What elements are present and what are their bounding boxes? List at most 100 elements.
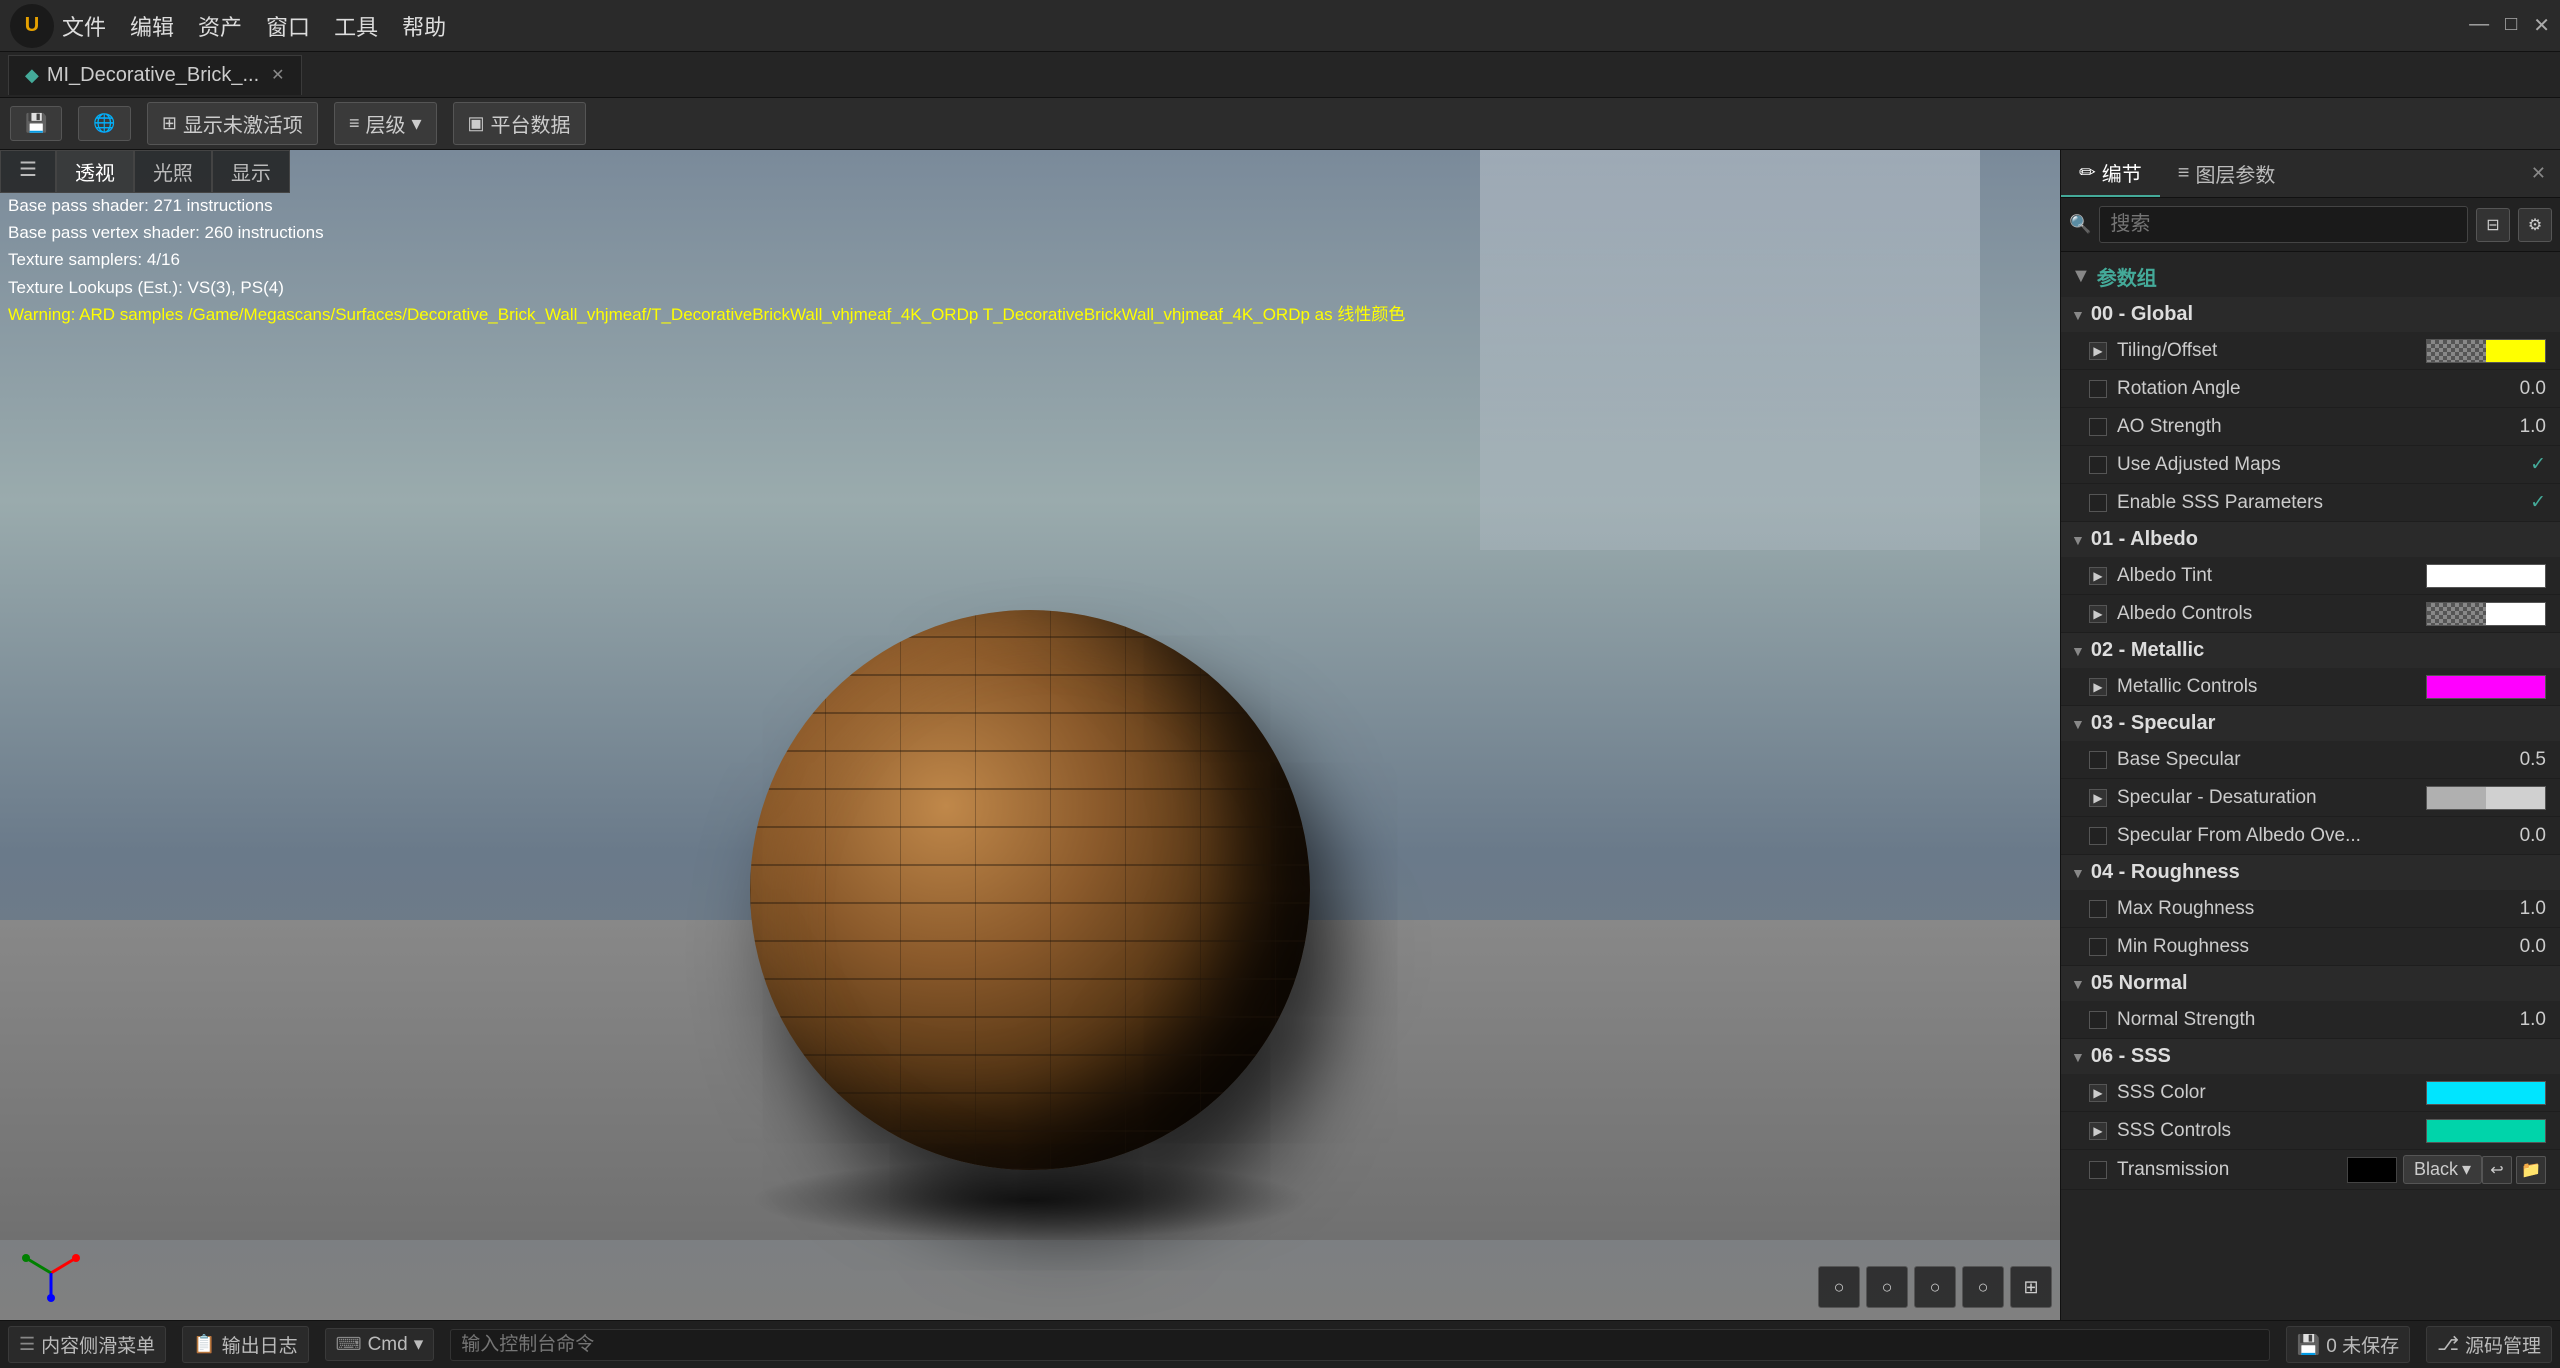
- display-label: 显示未激活项: [183, 109, 303, 138]
- param-expand-tiling[interactable]: ▶: [2089, 342, 2107, 360]
- content-drawer-button[interactable]: ☰ 内容侧滑菜单: [8, 1326, 166, 1363]
- sphere-container: [750, 610, 1310, 1240]
- debug-line-2: Base pass vertex shader: 260 instruction…: [8, 219, 1405, 246]
- search-input[interactable]: [2099, 206, 2468, 243]
- menu-window[interactable]: 窗口: [266, 10, 310, 42]
- menu-asset[interactable]: 资产: [198, 10, 242, 42]
- param-swatch-tiling[interactable]: [2426, 339, 2546, 363]
- menu-tools[interactable]: 工具: [334, 10, 378, 42]
- param-spec-desat[interactable]: ▶ Specular - Desaturation: [2061, 779, 2560, 817]
- group-normal[interactable]: ▼ 05 Normal: [2061, 966, 2560, 1001]
- param-swatch-sss-color[interactable]: [2426, 1081, 2546, 1105]
- param-cb-min-rough[interactable]: [2089, 938, 2107, 956]
- param-label-ao: AO Strength: [2117, 416, 2486, 438]
- param-expand-albedo-tint[interactable]: ▶: [2089, 567, 2107, 585]
- arrow-folder-icon[interactable]: 📁: [2516, 1156, 2546, 1184]
- param-sss-controls[interactable]: ▶ SSS Controls: [2061, 1112, 2560, 1150]
- group-albedo[interactable]: ▼ 01 - Albedo: [2061, 522, 2560, 557]
- display-button[interactable]: ⊞ 显示未激活项: [147, 102, 318, 145]
- swatch-checker: [2427, 340, 2486, 362]
- param-swatch-metallic[interactable]: [2426, 675, 2546, 699]
- transmission-arrows: ↩ 📁: [2482, 1156, 2546, 1184]
- param-cb-rotation[interactable]: [2089, 380, 2107, 398]
- param-label-metallic: Metallic Controls: [2117, 676, 2426, 698]
- search-icon: 🔍: [2069, 214, 2091, 235]
- tab-close-icon[interactable]: ✕: [271, 65, 284, 85]
- panel-tab-edit[interactable]: ✏ 编节: [2061, 150, 2160, 197]
- param-cb-max-rough[interactable]: [2089, 900, 2107, 918]
- param-swatch-spec-desat[interactable]: [2426, 786, 2546, 810]
- param-value-sss-enable: ✓: [2486, 491, 2546, 514]
- vp-icon-grid[interactable]: ⊞: [2010, 1266, 2052, 1308]
- swatch-white-1: [2427, 565, 2486, 587]
- platform-button[interactable]: ▣ 平台数据: [453, 102, 586, 145]
- save-button[interactable]: 💾: [10, 106, 62, 141]
- world-button[interactable]: 🌐: [78, 106, 130, 141]
- param-swatch-albedo-tint[interactable]: [2426, 564, 2546, 588]
- param-cb-sss-enable[interactable]: [2089, 494, 2107, 512]
- output-log-button[interactable]: 📋 输出日志: [182, 1326, 308, 1363]
- viewport-tab-perspective[interactable]: 透视: [56, 150, 134, 193]
- panel-close-button[interactable]: ✕: [2517, 155, 2560, 192]
- close-button[interactable]: ✕: [2533, 13, 2550, 38]
- param-tiling-offset[interactable]: ▶ Tiling/Offset: [2061, 332, 2560, 370]
- cmd-dropdown[interactable]: ⌨ Cmd ▾: [325, 1328, 435, 1361]
- transmission-dropdown[interactable]: Black ▾: [2403, 1155, 2482, 1184]
- unsaved-count[interactable]: 💾 0 未保存: [2286, 1326, 2411, 1363]
- param-value-normal-str: 1.0: [2486, 1009, 2546, 1031]
- param-expand-sss-ctrl[interactable]: ▶: [2089, 1122, 2107, 1140]
- menu-file[interactable]: 文件: [62, 10, 106, 42]
- param-cb-ao[interactable]: [2089, 418, 2107, 436]
- viewport-tab-menu[interactable]: ☰: [0, 150, 56, 193]
- group-roughness[interactable]: ▼ 04 - Roughness: [2061, 855, 2560, 890]
- restore-button[interactable]: □: [2505, 13, 2517, 38]
- group-metallic[interactable]: ▼ 02 - Metallic: [2061, 633, 2560, 668]
- group-specular[interactable]: ▼ 03 - Specular: [2061, 706, 2560, 741]
- params-group-label[interactable]: ▼ 参数组: [2061, 256, 2560, 297]
- param-swatch-albedo-ctrl[interactable]: [2426, 602, 2546, 626]
- panel-columns-icon[interactable]: ⊟: [2476, 208, 2510, 242]
- param-albedo-controls[interactable]: ▶ Albedo Controls: [2061, 595, 2560, 633]
- right-status: 💾 0 未保存 ⎇ 源码管理: [2286, 1326, 2552, 1363]
- viewport-tab-lighting[interactable]: 光照: [134, 150, 212, 193]
- param-expand-spec-desat[interactable]: ▶: [2089, 789, 2107, 807]
- param-expand-metallic[interactable]: ▶: [2089, 678, 2107, 696]
- transmission-black-swatch[interactable]: [2347, 1157, 2397, 1183]
- arrow-back-icon[interactable]: ↩: [2482, 1156, 2512, 1184]
- param-label-max-rough: Max Roughness: [2117, 898, 2486, 920]
- params-area[interactable]: ▼ 参数组 ▼ 00 - Global ▶ Tiling/Offset Rota…: [2061, 252, 2560, 1320]
- param-cb-base-spec[interactable]: [2089, 751, 2107, 769]
- layer-label: 层级: [365, 109, 405, 138]
- param-sss-color[interactable]: ▶ SSS Color: [2061, 1074, 2560, 1112]
- viewport[interactable]: ☰ 透视 光照 显示 Base pass shader: 271 instruc…: [0, 150, 2060, 1320]
- viewport-bottom-icons: ○ ○ ○ ○ ⊞: [1818, 1266, 2052, 1308]
- vp-icon-camera[interactable]: ○: [1962, 1266, 2004, 1308]
- vp-icon-sphere[interactable]: ○: [1818, 1266, 1860, 1308]
- console-input[interactable]: [450, 1329, 2269, 1361]
- param-expand-albedo-ctrl[interactable]: ▶: [2089, 605, 2107, 623]
- toolbar: 💾 🌐 ⊞ 显示未激活项 ≡ 层级 ▾ ▣ 平台数据: [0, 98, 2560, 150]
- layer-button[interactable]: ≡ 层级 ▾: [334, 102, 437, 145]
- param-swatch-sss-ctrl[interactable]: [2426, 1119, 2546, 1143]
- source-control-button[interactable]: ⎇ 源码管理: [2426, 1326, 2552, 1363]
- param-label-spec-albedo: Specular From Albedo Ove...: [2117, 825, 2486, 847]
- panel-settings-icon[interactable]: ⚙: [2518, 208, 2552, 242]
- save-icon: 💾: [25, 113, 47, 134]
- group-sss[interactable]: ▼ 06 - SSS: [2061, 1039, 2560, 1074]
- param-cb-spec-albedo[interactable]: [2089, 827, 2107, 845]
- param-cb-adjusted[interactable]: [2089, 456, 2107, 474]
- minimize-button[interactable]: —: [2469, 13, 2489, 38]
- menu-edit[interactable]: 编辑: [130, 10, 174, 42]
- viewport-tab-display[interactable]: 显示: [212, 150, 290, 193]
- vp-icon-box[interactable]: ○: [1914, 1266, 1956, 1308]
- group-global[interactable]: ▼ 00 - Global: [2061, 297, 2560, 332]
- param-expand-sss-color[interactable]: ▶: [2089, 1084, 2107, 1102]
- param-metallic-controls[interactable]: ▶ Metallic Controls: [2061, 668, 2560, 706]
- asset-tab[interactable]: ◆ MI_Decorative_Brick_... ✕: [8, 55, 302, 95]
- param-albedo-tint[interactable]: ▶ Albedo Tint: [2061, 557, 2560, 595]
- param-cb-normal-str[interactable]: [2089, 1011, 2107, 1029]
- vp-icon-plane[interactable]: ○: [1866, 1266, 1908, 1308]
- param-cb-transmission[interactable]: [2089, 1161, 2107, 1179]
- menu-help[interactable]: 帮助: [402, 10, 446, 42]
- panel-tab-layers[interactable]: ≡ 图层参数: [2160, 150, 2294, 197]
